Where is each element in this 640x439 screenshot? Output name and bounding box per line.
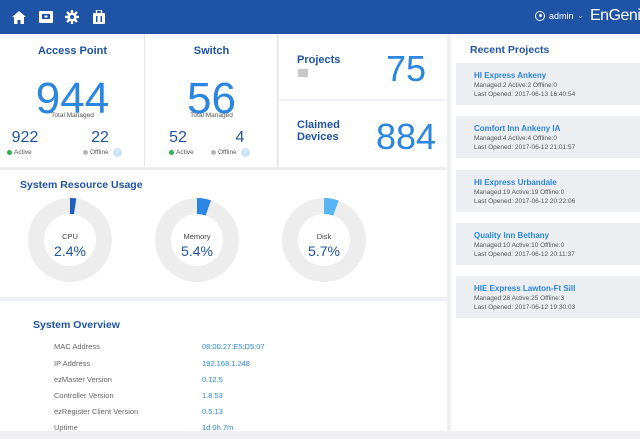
- overview-label: Controller Version: [54, 391, 114, 400]
- access-point-offline-status: Offline i: [83, 148, 122, 157]
- system-overview-panel: System Overview MAC Address 08:00:27:E5:…: [0, 301, 447, 431]
- project-name: HI Express Ankeny: [474, 71, 546, 80]
- claimed-devices-label-line2: Devices: [297, 131, 340, 143]
- devices-icon[interactable]: [37, 8, 55, 26]
- project-stats: Managed:28 Active:25 Offline:3: [474, 295, 564, 302]
- switch-active-status: Active: [169, 149, 194, 156]
- recent-project-item[interactable]: Quality Inn Bethany Managed:10 Active:10…: [456, 223, 640, 265]
- overview-row-ip: IP Address 192.168.1.248: [54, 359, 434, 375]
- disk-gauge-label: Disk: [284, 232, 364, 241]
- recent-project-item[interactable]: HI Express Ankeny Managed:2 Active:2 Off…: [456, 63, 640, 105]
- claimed-devices-count: 884: [371, 119, 441, 155]
- switch-total-label: Total Managed: [145, 112, 278, 119]
- memory-gauge-arc: [197, 206, 208, 208]
- user-name: admin: [549, 11, 574, 21]
- user-icon: [535, 11, 545, 21]
- claimed-devices-label: Claimed Devices: [297, 119, 340, 143]
- overview-row-ezmaster-version: ezMaster Version 0.12.5: [54, 375, 434, 391]
- top-navigation-bar: admin ⌄ EnGenius: [0, 0, 640, 34]
- claimed-devices-panel[interactable]: Claimed Devices 884: [279, 101, 447, 167]
- switch-active-count: 52: [158, 130, 198, 146]
- active-label: Active: [176, 149, 194, 156]
- switch-offline-status: Offline i: [211, 148, 250, 157]
- project-last-opened: Last Opened: 2017-06-12 19:30:03: [474, 304, 575, 311]
- overview-value: 08:00:27:E5:D5:07: [202, 342, 265, 351]
- project-name: HI Express Urbandale: [474, 178, 557, 187]
- claimed-devices-label-line1: Claimed: [297, 119, 340, 131]
- overview-value: 0.12.5: [202, 375, 223, 384]
- home-icon[interactable]: [10, 8, 28, 26]
- overview-row-ezregister-version: ezRegister Client Version 0.5.13: [54, 407, 434, 423]
- active-dot-icon: [169, 150, 174, 155]
- offline-label: Offline: [218, 149, 237, 156]
- access-point-panel: Access Point 944 Total Managed 922 22 Ac…: [0, 34, 145, 167]
- recent-projects-title: Recent Projects: [470, 44, 549, 56]
- overview-row-controller-version: Controller Version 1.8.53: [54, 391, 434, 407]
- switch-offline-count: 4: [225, 130, 255, 146]
- access-point-total-label: Total Managed: [0, 112, 145, 119]
- project-stats: Managed:19 Active:19 Offline:0: [474, 189, 564, 196]
- chevron-down-icon: ⌄: [578, 12, 584, 20]
- overview-label: ezMaster Version: [54, 375, 112, 384]
- overview-value: 1.8.53: [202, 391, 223, 400]
- overview-label: ezRegister Client Version: [54, 407, 138, 416]
- overview-row-mac: MAC Address 08:00:27:E5:D5:07: [54, 342, 434, 358]
- overview-label: MAC Address: [54, 342, 100, 351]
- offline-dot-icon: [83, 150, 88, 155]
- gear-icon[interactable]: [63, 8, 81, 26]
- offline-dot-icon: [211, 150, 216, 155]
- system-resource-usage-panel: System Resource Usage CPU 2.4% Memory 5.…: [0, 170, 447, 297]
- project-last-opened: Last Opened: 2017-06-12 20:22:06: [474, 198, 575, 205]
- active-dot-icon: [7, 150, 12, 155]
- project-last-opened: Last Opened: 2017-06-12 21:01:57: [474, 144, 575, 151]
- recent-project-item[interactable]: HIE Express Lawton-Ft Sill Managed:28 Ac…: [456, 276, 640, 318]
- switch-title: Switch: [145, 45, 278, 57]
- memory-gauge-value: 5.4%: [157, 243, 237, 259]
- overview-row-uptime: Uptime 1d 0h 7m: [54, 423, 434, 439]
- recent-project-item[interactable]: Comfort Inn Ankeny IA Managed:4 Active:4…: [456, 116, 640, 158]
- overview-label: IP Address: [54, 359, 90, 368]
- project-stats: Managed:10 Active:10 Offline:0: [474, 242, 564, 249]
- project-last-opened: Last Opened: 2017-06-12 20:11:37: [474, 251, 575, 258]
- project-stats: Managed:4 Active:4 Offline:0: [474, 135, 557, 142]
- access-point-active-count: 922: [5, 130, 45, 146]
- access-point-active-status: Active: [7, 149, 32, 156]
- brand-logo: EnGenius: [590, 7, 640, 25]
- cpu-gauge-label: CPU: [30, 232, 110, 241]
- project-stats: Managed:2 Active:2 Offline:0: [474, 82, 557, 89]
- overview-value: 0.5.13: [202, 407, 223, 416]
- disk-gauge-value: 5.7%: [284, 243, 364, 259]
- access-point-title: Access Point: [0, 45, 145, 57]
- project-name: HIE Express Lawton-Ft Sill: [474, 284, 575, 293]
- active-label: Active: [14, 149, 32, 156]
- projects-count: 75: [371, 51, 441, 87]
- project-name: Comfort Inn Ankeny IA: [474, 124, 560, 133]
- switch-panel: Switch 56 Total Managed 52 4 Active Offl…: [145, 34, 278, 167]
- overview-value: 192.168.1.248: [202, 359, 250, 368]
- system-overview-title: System Overview: [33, 319, 120, 331]
- user-menu[interactable]: admin ⌄: [535, 11, 583, 21]
- access-point-offline-count: 22: [80, 130, 120, 146]
- project-name: Quality Inn Bethany: [474, 231, 549, 240]
- offline-label: Offline: [90, 149, 109, 156]
- disk-gauge-arc: [324, 206, 336, 208]
- cpu-gauge-value: 2.4%: [30, 243, 110, 259]
- recent-project-item[interactable]: HI Express Urbandale Managed:19 Active:1…: [456, 170, 640, 212]
- info-icon[interactable]: i: [241, 148, 250, 157]
- briefcase-icon[interactable]: [90, 8, 108, 26]
- projects-label: Projects: [297, 54, 340, 66]
- memory-gauge-label: Memory: [157, 232, 237, 241]
- project-last-opened: Last Opened: 2017-06-13 16:40:54: [474, 91, 575, 98]
- info-icon[interactable]: i: [113, 148, 122, 157]
- folder-icon: [298, 69, 308, 77]
- projects-panel[interactable]: Projects 75: [279, 34, 447, 99]
